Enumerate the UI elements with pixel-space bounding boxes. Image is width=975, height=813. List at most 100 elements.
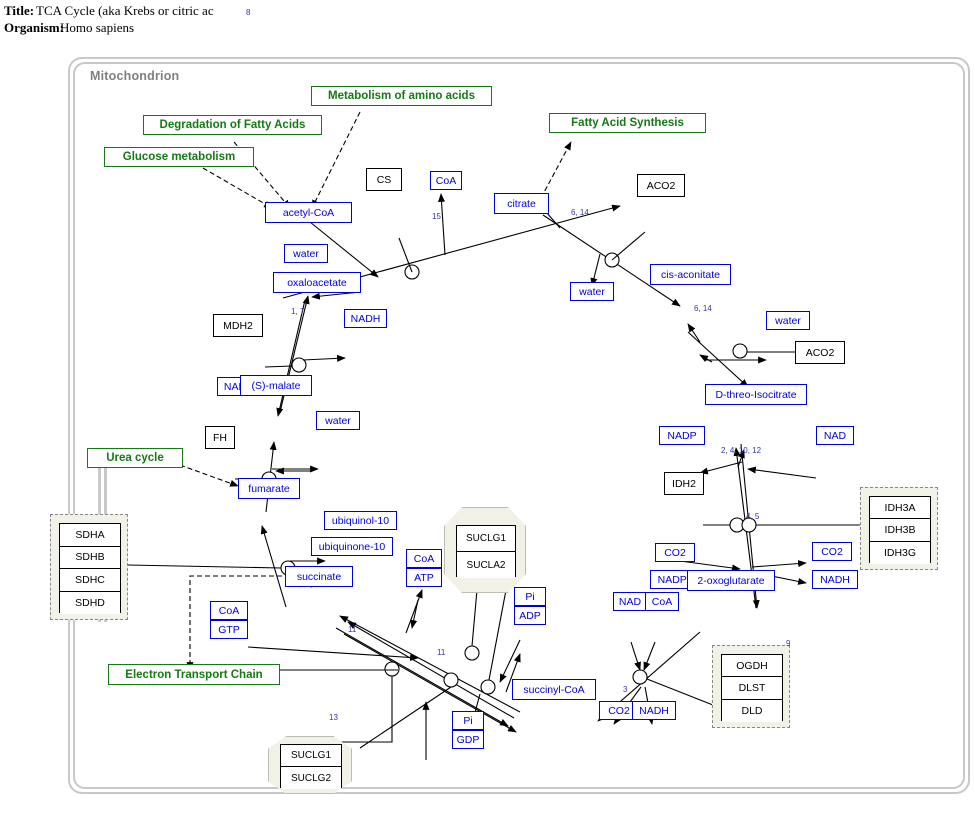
node-label: D-threo-Isocitrate [715,388,797,401]
metabolite-2-oxoglutarate[interactable]: 2-oxoglutarate [687,570,775,591]
metabolite-ubiquinone-10[interactable]: ubiquinone-10 [311,537,393,556]
complex-sucla[interactable]: SUCLG1 SUCLA2 [444,507,526,593]
node-label: cis-aconitate [661,268,720,281]
enzyme-aco2-citrate[interactable]: ACO2 [637,174,685,197]
node-label: MDH2 [223,319,253,332]
node-label: NADH [820,573,850,586]
metabolite-oxaloacetate[interactable]: oxaloacetate [273,272,361,293]
metabolite-water-fh[interactable]: water [316,411,360,430]
complex-subunit-group: OGDH DLST DLD [721,654,783,722]
edge-label-ogdh: 3 [623,685,628,694]
pathway-canvas: Mitochondrion Glucose metabolism Degrada… [0,42,975,813]
node-label: ATP [414,571,434,584]
metabolite-adp[interactable]: ADP [514,606,546,625]
metabolite-gdp[interactable]: GDP [452,730,484,749]
metabolite-co2-idh-out[interactable]: CO2 [812,542,852,561]
node-label: succinyl-CoA [523,683,585,696]
node-label: CoA [413,552,435,565]
node-label: acetyl-CoA [282,206,335,219]
metabolite-ubiquinol-10[interactable]: ubiquinol-10 [324,511,397,530]
metabolite-acetyl-coa[interactable]: acetyl-CoA [265,202,352,223]
metabolite-coa-ogdh[interactable]: CoA [645,592,679,611]
subunit-sdha: SDHA [60,524,120,547]
pathway-link-electron-transport-chain[interactable]: Electron Transport Chain [108,664,280,685]
edge-label-aco2-b: 6, 14 [694,304,712,313]
metabolite-succinate[interactable]: succinate [285,566,353,587]
complex-ogdh[interactable]: OGDH DLST DLD [712,645,790,728]
title-label: Title: [4,3,35,18]
node-label: water [325,414,351,427]
metabolite-coa-scs-atp[interactable]: CoA [406,549,442,568]
pathway-link-urea-cycle[interactable]: Urea cycle [87,448,183,468]
node-label: ADP [519,609,541,622]
metabolite-atp[interactable]: ATP [406,568,442,587]
enzyme-fh[interactable]: FH [205,426,235,449]
node-label: Pi [525,590,535,603]
edge-label-aco2-a: 6, 14 [571,208,589,217]
node-label: CoA [435,174,457,187]
node-label: citrate [507,197,536,210]
pathway-link-label: Glucose metabolism [122,151,236,163]
title-reference-marker: 8 [246,8,251,17]
metabolite-gtp[interactable]: GTP [210,620,248,639]
node-label: Pi [463,714,473,727]
complex-sdh[interactable]: SDHA SDHB SDHC SDHD [50,514,128,620]
enzyme-cs[interactable]: CS [366,168,402,191]
metabolite-coa-gtp[interactable]: CoA [210,601,248,620]
metabolite-fumarate[interactable]: fumarate [238,478,300,499]
pathway-link-fatty-acid-synthesis[interactable]: Fatty Acid Synthesis [549,113,706,133]
pathway-link-degradation-of-fatty-acids[interactable]: Degradation of Fatty Acids [143,115,322,135]
complex-subunit-group: IDH3A IDH3B IDH3G [869,496,931,564]
pathway-link-label: Electron Transport Chain [125,668,263,681]
organism-label: Organism: [4,20,64,35]
complex-subunit-group: SUCLG1 SUCLA2 [456,525,516,578]
node-label: succinate [296,570,342,583]
subunit-idh3a: IDH3A [870,497,930,520]
subunit-sdhd: SDHD [60,591,120,614]
node-label: CS [376,173,392,186]
metabolite-citrate[interactable]: citrate [494,193,549,214]
metabolite-nad-ogdh[interactable]: NAD [613,592,647,611]
metabolite-nad-idh3[interactable]: NAD [816,426,854,445]
metabolite-nadp[interactable]: NADP [659,426,705,445]
metabolite-water-cs[interactable]: water [284,244,328,263]
organism-value: Homo sapiens [60,20,135,35]
complex-suclg[interactable]: SUCLG1 SUCLG2 [268,736,352,794]
metabolite-pi-gdp[interactable]: Pi [452,711,484,730]
metabolite-coa-citrate-synthase[interactable]: CoA [430,171,462,190]
node-label: NADP [667,429,697,442]
pathway-link-label: Urea cycle [106,452,164,464]
node-label: NAD [823,429,847,442]
subunit-ogdh: OGDH [722,655,782,678]
metabolite-cis-aconitate[interactable]: cis-aconitate [650,264,731,285]
metabolite-succinyl-coa[interactable]: succinyl-CoA [512,679,596,700]
enzyme-aco2-aconitate[interactable]: ACO2 [795,341,845,364]
node-label: water [579,285,605,298]
enzyme-idh2[interactable]: IDH2 [664,472,704,495]
metabolite-nadh-ogdh[interactable]: NADH [632,701,676,720]
metabolite-d-threo-isocitrate[interactable]: D-threo-Isocitrate [705,384,807,405]
enzyme-mdh2[interactable]: MDH2 [213,314,263,337]
edge-label-scs-a: 11 [348,625,357,634]
metabolite-co2-idh-in[interactable]: CO2 [655,543,695,562]
node-label: water [293,247,319,260]
complex-idh3[interactable]: IDH3A IDH3B IDH3G [860,487,938,570]
node-label: NADH [639,704,669,717]
metabolite-water-aconitase-1[interactable]: water [570,282,614,301]
title-value: TCA Cycle (aka Krebs or citric ac [36,3,214,18]
pathway-link-glucose-metabolism[interactable]: Glucose metabolism [104,147,254,167]
edge-label-idh-lower: 4, 5 [746,512,760,521]
complex-marker-suclg: 13 [329,713,338,722]
edge-label-cs: 15 [432,212,441,221]
node-label: CoA [651,595,673,608]
node-label: ubiquinone-10 [318,540,386,553]
pathway-link-metabolism-of-amino-acids[interactable]: Metabolism of amino acids [311,86,492,106]
subunit-suclg1-b: SUCLG1 [281,745,341,767]
metabolite-s-malate[interactable]: (S)-malate [240,375,312,396]
metabolite-nadh-idh[interactable]: NADH [812,570,858,589]
metabolite-pi-adp[interactable]: Pi [514,587,546,606]
metabolite-water-aconitase-2[interactable]: water [766,311,810,330]
node-label: CO2 [664,546,686,559]
node-label: (S)-malate [251,379,301,392]
metabolite-nadh-mdh[interactable]: NADH [344,309,387,328]
